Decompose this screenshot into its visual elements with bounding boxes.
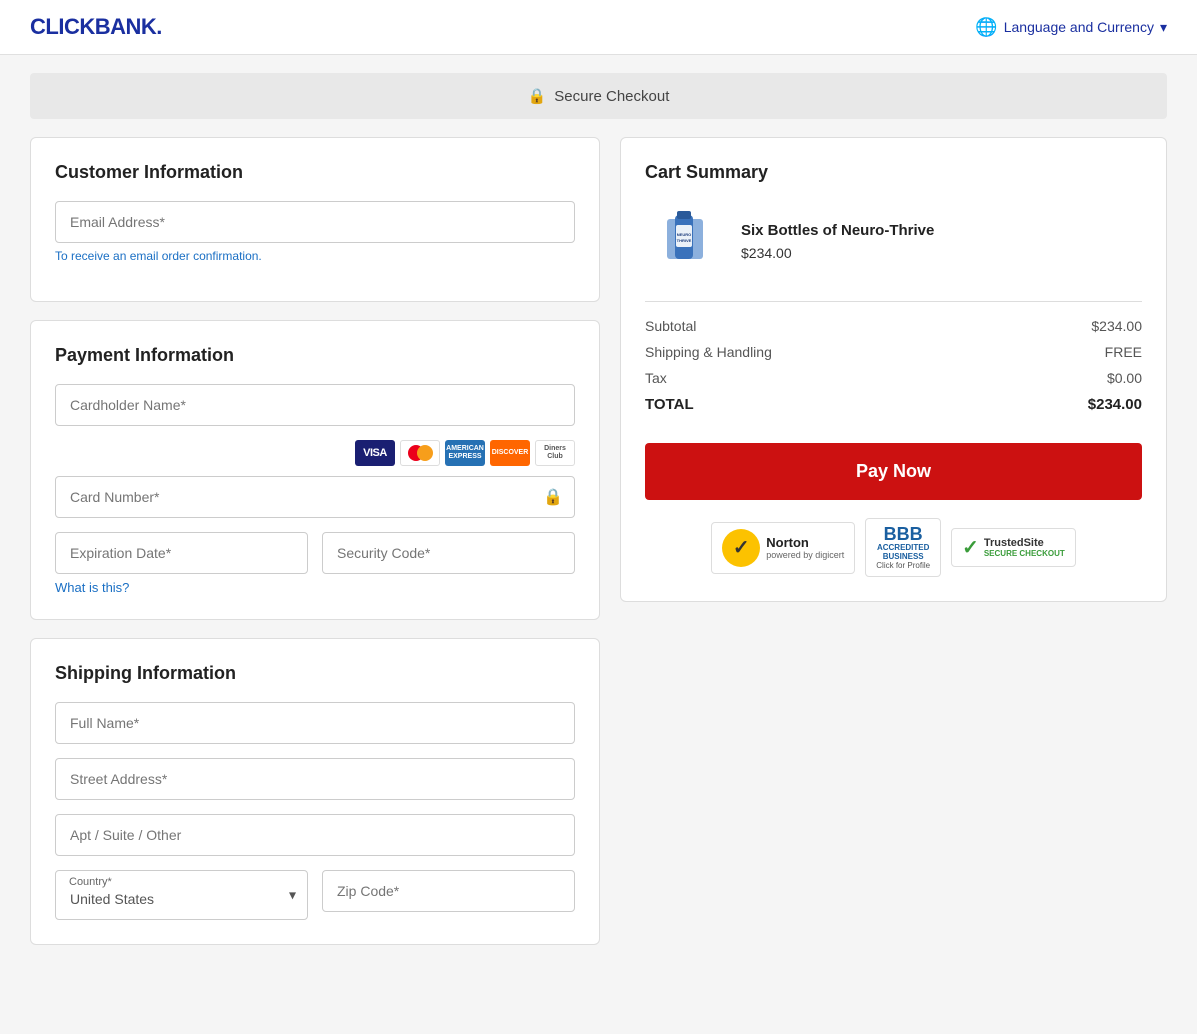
card-icons-row: VISA AMERICANEXPRESS DISCOVER DinersClub <box>55 440 575 466</box>
cart-summary-title: Cart Summary <box>645 162 1142 183</box>
secure-checkout-banner: 🔒 Secure Checkout <box>30 73 1167 119</box>
country-zip-row: Country* United States ▾ <box>55 870 575 920</box>
svg-text:THRIVE: THRIVE <box>677 238 692 243</box>
cardholder-name-input[interactable] <box>55 384 575 426</box>
diners-icon: DinersClub <box>535 440 575 466</box>
main-content: Customer Information To receive an email… <box>0 137 1197 975</box>
product-price: $234.00 <box>741 245 934 261</box>
subtotal-label: Subtotal <box>645 318 696 334</box>
tax-label: Tax <box>645 370 667 386</box>
bbb-badge[interactable]: BBB ACCREDITED BUSINESS Click for Profil… <box>865 518 941 577</box>
card-number-group: 🔒 <box>55 476 575 518</box>
visa-icon: VISA <box>355 440 395 466</box>
tax-row: Tax $0.00 <box>645 370 1142 386</box>
email-input[interactable] <box>55 201 575 243</box>
right-column: Cart Summary NEURO <box>620 137 1167 945</box>
subtotal-value: $234.00 <box>1091 318 1142 334</box>
product-info: Six Bottles of Neuro-Thrive $234.00 <box>741 222 934 261</box>
street-address-group <box>55 758 575 800</box>
chevron-down-icon: ▾ <box>1160 19 1167 36</box>
language-currency-button[interactable]: 🌐 Language and Currency ▾ <box>975 17 1167 38</box>
payment-info-title: Payment Information <box>55 345 575 366</box>
bbb-business: BUSINESS <box>883 552 924 561</box>
full-name-input[interactable] <box>55 702 575 744</box>
expiry-security-row <box>55 532 575 574</box>
left-column: Customer Information To receive an email… <box>30 137 600 945</box>
country-wrapper: Country* United States ▾ <box>55 870 308 920</box>
subtotal-row: Subtotal $234.00 <box>645 318 1142 334</box>
security-code-input[interactable] <box>322 532 575 574</box>
svg-text:NEURO: NEURO <box>677 232 691 237</box>
bbb-accredited: ACCREDITED <box>877 543 929 552</box>
cardholder-group <box>55 384 575 426</box>
logo[interactable]: CLICKBANK. <box>30 14 162 40</box>
bbb-click: Click for Profile <box>876 561 930 570</box>
card-lock-icon: 🔒 <box>543 487 563 507</box>
full-name-group <box>55 702 575 744</box>
total-label: TOTAL <box>645 396 694 413</box>
trust-badges: ✓ Norton powered by digicert BBB ACCREDI… <box>645 518 1142 577</box>
trusted-name: TrustedSite <box>984 537 1065 549</box>
amex-icon: AMERICANEXPRESS <box>445 440 485 466</box>
product-name: Six Bottles of Neuro-Thrive <box>741 222 934 239</box>
logo-click: CLICK <box>30 14 95 39</box>
bbb-logo: BBB <box>884 525 923 543</box>
product-image: NEURO THRIVE <box>645 201 725 281</box>
product-row: NEURO THRIVE Six Bottles of Neuro-Thrive… <box>645 201 1142 281</box>
email-hint: To receive an email order confirmation. <box>55 249 575 263</box>
shipping-row: Shipping & Handling FREE <box>645 344 1142 360</box>
payment-information-card: Payment Information VISA AMERICANEXPRESS… <box>30 320 600 620</box>
header: CLICKBANK. 🌐 Language and Currency ▾ <box>0 0 1197 55</box>
zip-wrapper <box>322 870 575 920</box>
trusted-sub: SECURE CHECKOUT <box>984 549 1065 558</box>
globe-icon: 🌐 <box>975 17 997 38</box>
shipping-value: FREE <box>1105 344 1142 360</box>
customer-information-card: Customer Information To receive an email… <box>30 137 600 302</box>
shipping-label: Shipping & Handling <box>645 344 772 360</box>
trusted-check-icon: ✓ <box>962 535 979 560</box>
discover-icon: DISCOVER <box>490 440 530 466</box>
email-group: To receive an email order confirmation. <box>55 201 575 263</box>
lang-currency-label: Language and Currency <box>1004 19 1154 35</box>
apt-suite-input[interactable] <box>55 814 575 856</box>
what-is-this-link[interactable]: What is this? <box>55 580 129 595</box>
total-row: TOTAL $234.00 <box>645 396 1142 413</box>
tax-value: $0.00 <box>1107 370 1142 386</box>
customer-info-title: Customer Information <box>55 162 575 183</box>
mastercard-icon <box>400 440 440 466</box>
product-bottles-image: NEURO THRIVE <box>645 201 725 281</box>
norton-check-icon: ✓ <box>733 535 750 560</box>
shipping-information-card: Shipping Information Country* United Sta… <box>30 638 600 945</box>
zip-code-input[interactable] <box>322 870 575 912</box>
secure-checkout-label: Secure Checkout <box>554 88 669 105</box>
norton-name: Norton <box>766 535 844 550</box>
norton-badge[interactable]: ✓ Norton powered by digicert <box>711 522 855 574</box>
norton-sub: powered by digicert <box>766 550 844 560</box>
apt-suite-group <box>55 814 575 856</box>
cart-summary-card: Cart Summary NEURO <box>620 137 1167 602</box>
shipping-info-title: Shipping Information <box>55 663 575 684</box>
logo-bank: BANK. <box>95 14 162 39</box>
pay-now-button[interactable]: Pay Now <box>645 443 1142 500</box>
card-number-input[interactable] <box>55 476 575 518</box>
lock-icon: 🔒 <box>528 87 547 105</box>
trusted-site-badge[interactable]: ✓ TrustedSite SECURE CHECKOUT <box>951 528 1076 567</box>
total-value: $234.00 <box>1088 396 1142 413</box>
cart-divider <box>645 301 1142 302</box>
expiration-date-input[interactable] <box>55 532 308 574</box>
country-label: Country* <box>69 876 112 888</box>
street-address-input[interactable] <box>55 758 575 800</box>
